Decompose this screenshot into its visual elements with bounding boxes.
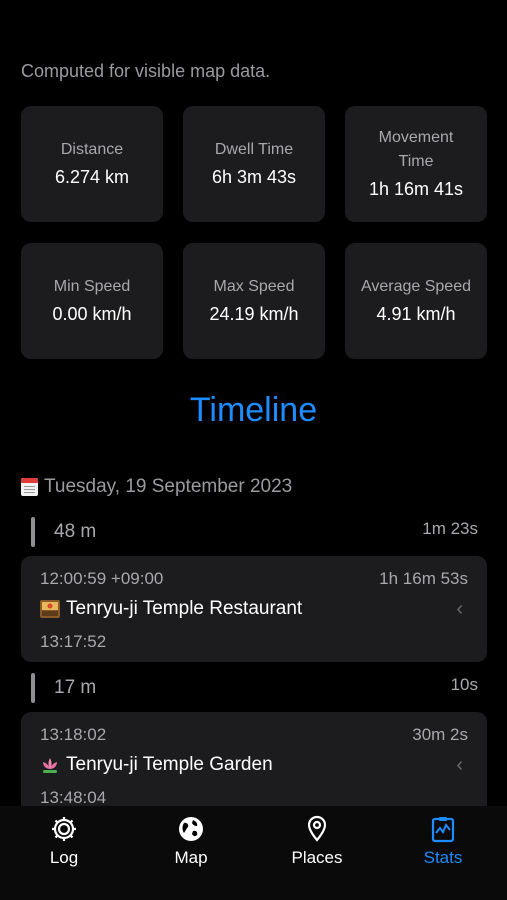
chevron-left-icon[interactable]: ‹ bbox=[456, 598, 463, 621]
visit-card-restaurant[interactable]: 12:00:59 +09:00 1h 16m 53s Tenryu-ji Tem… bbox=[21, 556, 487, 662]
visit-card-garden[interactable]: 13:18:02 30m 2s Tenryu-ji Temple Garden … bbox=[21, 712, 487, 818]
tab-label: Log bbox=[49, 848, 79, 867]
movement-row: 48 m 1m 23s bbox=[31, 517, 478, 547]
tab-label: Stats bbox=[423, 848, 463, 867]
timeline-date-header: Tuesday, 19 September 2023 bbox=[21, 476, 292, 498]
movement-duration: 48 m bbox=[54, 521, 97, 542]
stat-card-distance: Distance 6.274 km bbox=[21, 106, 163, 222]
tab-map[interactable]: Map bbox=[141, 814, 241, 868]
chevron-left-icon[interactable]: ‹ bbox=[456, 754, 463, 777]
stat-card-max-speed: Max Speed 24.19 km/h bbox=[183, 243, 325, 359]
stat-value: 1h 16m 41s bbox=[368, 179, 464, 199]
visit-duration: 1h 16m 53s bbox=[379, 569, 468, 588]
visit-duration: 30m 2s bbox=[412, 725, 468, 744]
stat-label: Average Speed bbox=[360, 278, 471, 295]
tab-bar: Log Map Places Stats bbox=[0, 806, 507, 900]
movement-duration: 17 m bbox=[54, 677, 97, 698]
calendar-icon bbox=[21, 478, 38, 496]
visit-place: Tenryu-ji Temple Garden bbox=[40, 754, 273, 776]
location-pin-icon bbox=[307, 815, 327, 842]
movement-bar bbox=[31, 673, 35, 703]
tab-log[interactable]: Log bbox=[14, 814, 114, 868]
stat-value: 4.91 km/h bbox=[376, 304, 456, 324]
stat-card-average-speed: Average Speed 4.91 km/h bbox=[345, 243, 487, 359]
timeline-title: Timeline bbox=[189, 391, 318, 429]
stats-screen: Computed for visible map data. Distance … bbox=[0, 0, 507, 900]
restaurant-icon bbox=[40, 600, 60, 618]
caption-text: Computed for visible map data. bbox=[21, 61, 271, 81]
tab-label: Places bbox=[291, 848, 343, 867]
tab-label: Map bbox=[174, 848, 208, 867]
tab-stats[interactable]: Stats bbox=[393, 814, 493, 868]
stat-card-dwell-time: Dwell Time 6h 3m 43s bbox=[183, 106, 325, 222]
stat-value: 6.274 km bbox=[54, 167, 130, 187]
stat-value: 0.00 km/h bbox=[52, 304, 132, 324]
movement-row: 17 m 10s bbox=[31, 673, 478, 703]
movement-bar bbox=[31, 517, 35, 547]
movement-time: 1m 23s bbox=[422, 519, 478, 538]
visit-place: Tenryu-ji Temple Restaurant bbox=[40, 598, 302, 620]
stat-label: Movement Time bbox=[378, 129, 454, 170]
stat-label: Min Speed bbox=[53, 278, 131, 295]
visit-start-time: 13:18:02 bbox=[40, 725, 107, 744]
stat-value: 24.19 km/h bbox=[209, 304, 299, 324]
stat-value: 6h 3m 43s bbox=[211, 167, 297, 187]
visit-end-time: 13:48:04 bbox=[40, 788, 107, 807]
timeline-date: Tuesday, 19 September 2023 bbox=[44, 476, 293, 497]
visit-place-name: Tenryu-ji Temple Restaurant bbox=[66, 598, 303, 619]
stat-label: Max Speed bbox=[213, 278, 295, 295]
globe-icon bbox=[179, 817, 203, 841]
stat-card-movement-time: Movement Time 1h 16m 41s bbox=[345, 106, 487, 222]
visit-place-name: Tenryu-ji Temple Garden bbox=[66, 754, 273, 775]
visit-end-time: 13:17:52 bbox=[40, 632, 107, 651]
stat-card-min-speed: Min Speed 0.00 km/h bbox=[21, 243, 163, 359]
visit-start-time: 12:00:59 +09:00 bbox=[40, 569, 164, 588]
stat-label: Dwell Time bbox=[214, 141, 294, 158]
lotus-icon bbox=[43, 758, 57, 773]
gear-icon bbox=[52, 817, 76, 841]
stat-label: Distance bbox=[60, 141, 124, 158]
tab-places[interactable]: Places bbox=[267, 814, 367, 868]
stats-icon bbox=[431, 817, 455, 843]
movement-time: 10s bbox=[450, 675, 478, 694]
